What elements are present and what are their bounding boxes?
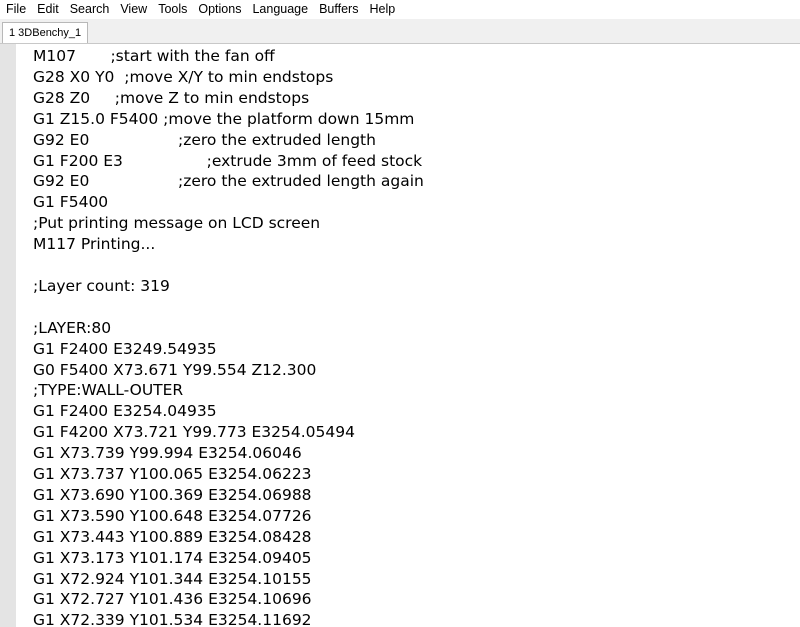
code-line: G1 F5400 (33, 193, 109, 212)
tab-bar: 1 3DBenchy_1 (0, 19, 800, 44)
code-line: G1 Z15.0 F5400 ;move the platform down 1… (33, 109, 415, 128)
fold-margin (16, 44, 28, 627)
menu-tools[interactable]: Tools (152, 0, 192, 19)
code-line: G1 F2400 E3254.04935 (33, 402, 217, 421)
code-line: G1 X73.737 Y100.065 E3254.06223 (33, 465, 312, 483)
code-line: G92 E0 ;zero the extruded length again (33, 172, 424, 191)
menu-bar: File Edit Search View Tools Options Lang… (0, 0, 800, 19)
code-line: G28 X0 Y0 ;move X/Y to min endstops (33, 67, 334, 86)
code-line: ;Put printing message on LCD screen (33, 214, 321, 233)
code-line: G1 F200 E3 ;extrude 3mm of feed stock (33, 151, 423, 170)
menu-search[interactable]: Search (64, 0, 115, 19)
code-line: ;Layer count: 319 (33, 276, 170, 295)
tab-3dbenchy[interactable]: 1 3DBenchy_1 (2, 22, 89, 43)
code-line: M117 Printing... (33, 235, 156, 254)
code-line: G1 X72.924 Y101.344 E3254.10155 (33, 569, 312, 588)
code-line: G1 X72.727 Y101.436 E3254.10696 (33, 590, 312, 609)
code-line: G1 F2400 E3249.54935 (33, 339, 217, 358)
text-editor[interactable]: M107 ;start with the fan off G28 X0 Y0 ;m… (28, 44, 800, 627)
code-line: G1 X73.590 Y100.648 E3254.07726 (33, 506, 312, 525)
code-line: G1 F4200 X73.721 Y99.773 E3254.05494 (33, 423, 355, 442)
code-line: G28 Z0 ;move Z to min endstops (33, 88, 310, 107)
code-line: G1 X73.173 Y101.174 E3254.09405 (33, 548, 312, 567)
code-line: G0 F5400 X73.671 Y99.554 Z12.300 (33, 360, 317, 379)
code-line: ;TYPE:WALL-OUTER (33, 381, 184, 400)
code-line: G92 E0 ;zero the extruded length (33, 130, 376, 149)
code-line: G1 X73.690 Y100.369 E3254.06988 (33, 485, 312, 504)
code-line: M107 ;start with the fan off (33, 47, 275, 65)
code-line: G1 X72.339 Y101.534 E3254.11692 (33, 611, 312, 627)
menu-view[interactable]: View (114, 0, 152, 19)
menu-language[interactable]: Language (246, 0, 313, 19)
code-line: ;LAYER:80 (33, 318, 112, 337)
line-number-gutter (0, 44, 16, 627)
menu-help[interactable]: Help (363, 0, 400, 19)
menu-buffers[interactable]: Buffers (313, 0, 363, 19)
menu-file[interactable]: File (0, 0, 31, 19)
menu-edit[interactable]: Edit (31, 0, 64, 19)
code-line: G1 X73.739 Y99.994 E3254.06046 (33, 444, 302, 463)
code-line: G1 X73.443 Y100.889 E3254.08428 (33, 527, 312, 546)
menu-options[interactable]: Options (192, 0, 246, 19)
